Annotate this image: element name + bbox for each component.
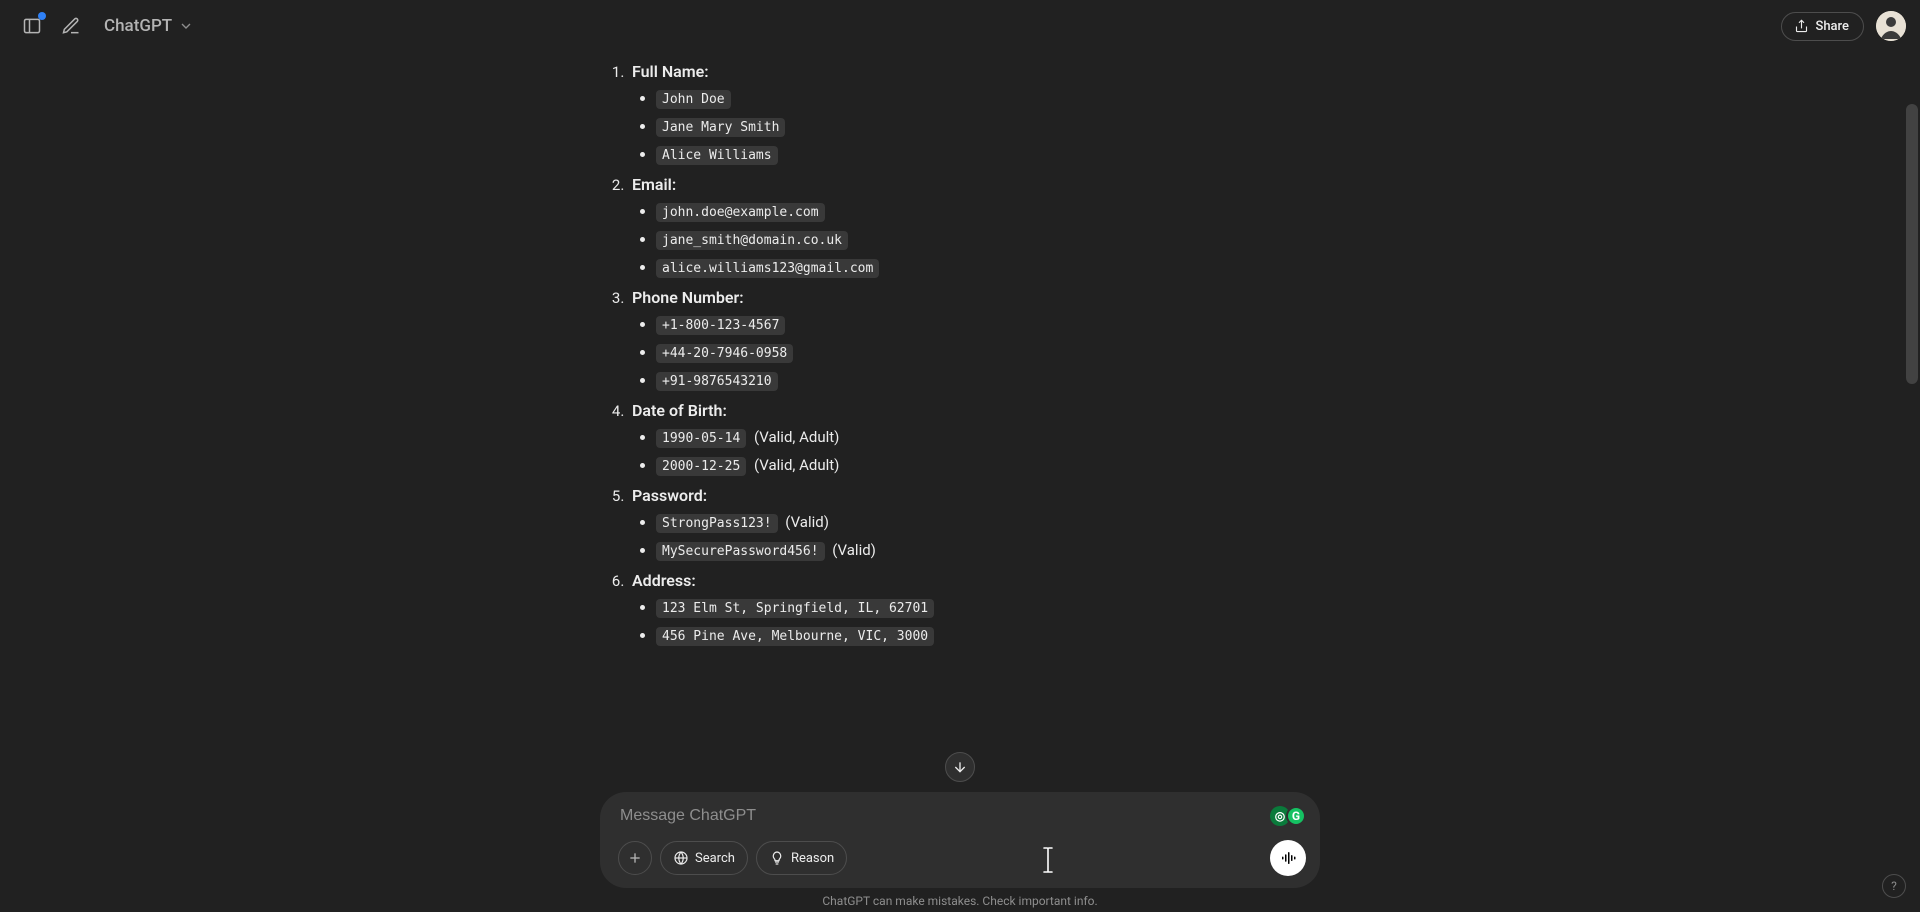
category-item: Phone Number: +1-800-123-4567 +44-20-7946-… [628, 288, 1320, 391]
notification-dot-icon [38, 12, 46, 20]
search-web-button[interactable]: Search [660, 841, 748, 875]
code-value: Alice Williams [656, 146, 778, 165]
category-item: Email: john.doe@example.com jane_smith@dom… [628, 175, 1320, 278]
category-item: Password:StrongPass123! (Valid)MySecureP… [628, 486, 1320, 561]
list-item: +1-800-123-4567 [656, 315, 1320, 335]
item-note: (Valid, Adult) [750, 428, 839, 446]
share-button[interactable]: Share [1781, 12, 1864, 41]
code-value: MySecurePassword456! [656, 542, 825, 561]
new-chat-button[interactable] [53, 8, 89, 44]
chevron-down-icon [178, 18, 194, 34]
list-item: 123 Elm St, Springfield, IL, 62701 [656, 598, 1320, 618]
help-button[interactable]: ? [1882, 874, 1906, 898]
list-item: Jane Mary Smith [656, 117, 1320, 137]
code-value: +91-9876543210 [656, 372, 778, 391]
header-bar: ChatGPT Share [0, 0, 1920, 52]
list-item: +44-20-7946-0958 [656, 343, 1320, 363]
scrollbar-thumb[interactable] [1906, 104, 1918, 384]
code-value: 1990-05-14 [656, 429, 746, 448]
waveform-icon [1279, 849, 1297, 867]
voice-input-button[interactable] [1270, 840, 1306, 876]
reason-label: Reason [791, 851, 834, 866]
code-value: +44-20-7946-0958 [656, 344, 793, 363]
scroll-to-bottom-button[interactable] [945, 752, 975, 782]
list-item: John Doe [656, 89, 1320, 109]
list-item: john.doe@example.com [656, 202, 1320, 222]
toggle-sidebar-button[interactable] [14, 8, 50, 44]
code-value: 2000-12-25 [656, 457, 746, 476]
code-value: Jane Mary Smith [656, 118, 785, 137]
code-value: StrongPass123! [656, 514, 778, 533]
grammarly-badges: ◎ G [1270, 806, 1306, 826]
share-icon [1794, 19, 1809, 34]
avatar[interactable] [1876, 11, 1906, 41]
list-item: +91-9876543210 [656, 371, 1320, 391]
attach-button[interactable] [618, 841, 652, 875]
category-item: Address: 123 Elm St, Springfield, IL, 627… [628, 571, 1320, 646]
code-value: +1-800-123-4567 [656, 316, 785, 335]
code-value: alice.williams123@gmail.com [656, 259, 879, 278]
list-item: MySecurePassword456! (Valid) [656, 541, 1320, 561]
message-scroll-area[interactable]: Full Name: John Doe Jane Mary Smith Alice W… [0, 52, 1920, 912]
list-item: alice.williams123@gmail.com [656, 258, 1320, 278]
category-title: Password: [632, 486, 707, 505]
disclaimer-text: ChatGPT can make mistakes. Check importa… [822, 894, 1097, 908]
code-value: jane_smith@domain.co.uk [656, 231, 848, 250]
code-value: John Doe [656, 90, 731, 109]
bulb-icon [769, 850, 785, 866]
globe-icon [673, 850, 689, 866]
code-value: 123 Elm St, Springfield, IL, 62701 [656, 599, 934, 618]
item-note: (Valid, Adult) [750, 456, 839, 474]
category-title: Address: [632, 571, 696, 590]
share-label: Share [1815, 19, 1849, 34]
category-title: Email: [632, 175, 676, 194]
category-title: Phone Number: [632, 288, 744, 307]
category-title: Date of Birth: [632, 401, 727, 420]
category-title: Full Name: [632, 62, 709, 81]
list-item: jane_smith@domain.co.uk [656, 230, 1320, 250]
model-label: ChatGPT [104, 16, 172, 36]
list-item: 2000-12-25 (Valid, Adult) [656, 456, 1320, 476]
reason-button[interactable]: Reason [756, 841, 847, 875]
list-item: Alice Williams [656, 145, 1320, 165]
message-input[interactable] [618, 806, 1270, 826]
list-item: 456 Pine Ave, Melbourne, VIC, 3000 [656, 626, 1320, 646]
item-note: (Valid) [829, 541, 876, 559]
model-selector[interactable]: ChatGPT [94, 10, 204, 42]
grammarly-g-icon: G [1286, 806, 1306, 826]
category-item: Date of Birth:1990-05-14 (Valid, Adult)2… [628, 401, 1320, 476]
code-value: john.doe@example.com [656, 203, 825, 222]
item-note: (Valid) [782, 513, 829, 531]
composer: ◎ G Search Reason [600, 792, 1320, 888]
list-item: 1990-05-14 (Valid, Adult) [656, 428, 1320, 448]
category-item: Full Name: John Doe Jane Mary Smith Alice W… [628, 62, 1320, 165]
search-label: Search [695, 851, 735, 866]
code-value: 456 Pine Ave, Melbourne, VIC, 3000 [656, 627, 934, 646]
list-item: StrongPass123! (Valid) [656, 513, 1320, 533]
